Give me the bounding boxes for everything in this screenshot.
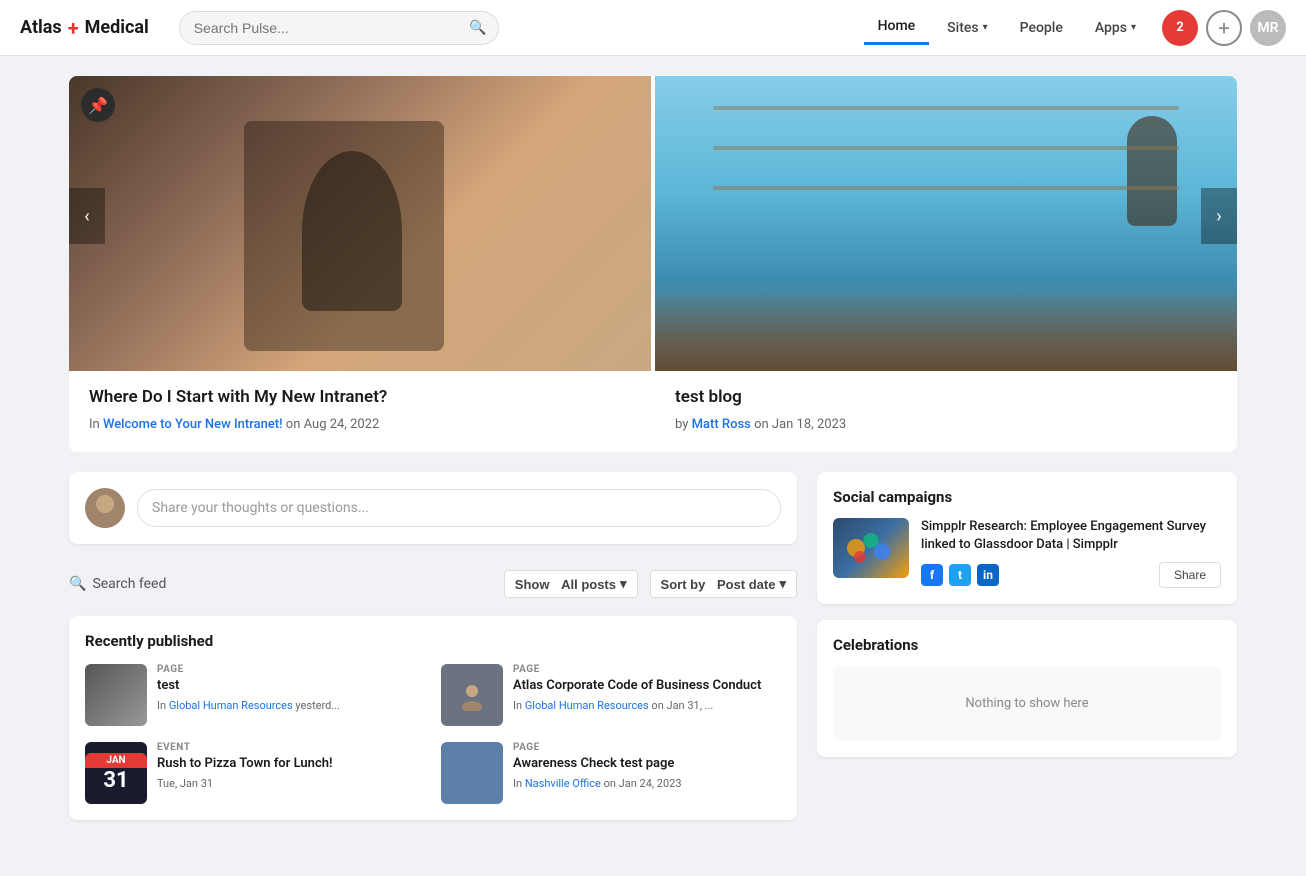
social-campaign-thumbnail xyxy=(833,518,909,578)
main-content: ‹ 📌 Where Do I Start with My New Intrane… xyxy=(53,56,1253,840)
logo-text: Atlas xyxy=(20,17,62,38)
carousel-prev-button[interactable]: ‹ xyxy=(69,188,105,244)
carousel-card-1-link[interactable]: Welcome to Your New Intranet! xyxy=(103,417,283,432)
share-button[interactable]: Share xyxy=(1159,562,1221,588)
logo[interactable]: Atlas + Medical xyxy=(20,16,149,40)
post-thumbnail xyxy=(441,742,503,804)
carousel-card-1-body: Where Do I Start with My New Intranet? I… xyxy=(69,371,651,452)
search-feed-left: 🔍 Search feed xyxy=(69,576,166,592)
facebook-icon: f xyxy=(921,564,943,586)
post-info: PAGE Awareness Check test page In Nashvi… xyxy=(513,742,781,790)
pin-badge: 📌 xyxy=(81,88,115,122)
chevron-down-icon: ▾ xyxy=(620,576,627,592)
carousel-card-1-meta: In Welcome to Your New Intranet! on Aug … xyxy=(89,417,631,432)
show-all-posts-button[interactable]: Show All posts ▾ xyxy=(504,570,638,598)
carousel-card-1-image: 📌 xyxy=(69,76,651,371)
post-source: In Nashville Office on Jan 24, 2023 xyxy=(513,777,781,790)
post-source-link[interactable]: Nashville Office xyxy=(525,777,601,790)
post-source-link[interactable]: Global Human Resources xyxy=(169,699,293,712)
post-source: In Global Human Resources on Jan 31, ... xyxy=(513,699,781,712)
social-campaigns-title: Social campaigns xyxy=(833,488,1221,506)
celebrations-widget: Celebrations Nothing to show here xyxy=(817,620,1237,757)
post-info: PAGE Atlas Corporate Code of Business Co… xyxy=(513,664,781,712)
user-avatar xyxy=(85,488,125,528)
logo-company: Medical xyxy=(85,17,149,38)
social-share-icons: f t in xyxy=(921,564,999,586)
post-thumbnail: JAN 31 xyxy=(85,742,147,804)
carousel-next-button[interactable]: › xyxy=(1201,188,1237,244)
search-feed-icon: 🔍 xyxy=(69,576,86,592)
feed-section: Share your thoughts or questions... 🔍 Se… xyxy=(69,472,1237,820)
list-item[interactable]: PAGE test In Global Human Resources yest… xyxy=(85,664,425,726)
nav-sites[interactable]: Sites ▾ xyxy=(933,12,1001,44)
main-nav: Home Sites ▾ People Apps ▾ 2 + MR xyxy=(864,10,1286,46)
post-thumbnail xyxy=(85,664,147,726)
carousel-card-2-meta: by Matt Ross on Jan 18, 2023 xyxy=(675,417,1217,432)
search-input[interactable] xyxy=(179,11,499,45)
recently-published-title: Recently published xyxy=(85,632,781,650)
carousel-card-2-image xyxy=(655,76,1237,371)
post-name: test xyxy=(157,678,425,695)
list-item[interactable]: PAGE Atlas Corporate Code of Business Co… xyxy=(441,664,781,726)
carousel-card-1[interactable]: 📌 Where Do I Start with My New Intranet?… xyxy=(69,76,651,452)
post-name: Awareness Check test page xyxy=(513,756,781,773)
social-campaign-item: Simpplr Research: Employee Engagement Su… xyxy=(833,518,1221,588)
twitter-icon: t xyxy=(949,564,971,586)
add-button[interactable]: + xyxy=(1206,10,1242,46)
social-campaigns-widget: Social campaigns Simpplr Research: Emplo… xyxy=(817,472,1237,604)
post-source: Tue, Jan 31 xyxy=(157,777,425,790)
search-icon: 🔍 xyxy=(469,20,486,36)
notification-badge[interactable]: 2 xyxy=(1162,10,1198,46)
celebrations-empty: Nothing to show here xyxy=(833,666,1221,741)
social-campaign-info: Simpplr Research: Employee Engagement Su… xyxy=(921,518,1221,588)
list-item[interactable]: PAGE Awareness Check test page In Nashvi… xyxy=(441,742,781,804)
post-name: Atlas Corporate Code of Business Conduct xyxy=(513,678,781,695)
search-feed-right: Show All posts ▾ Sort by Post date ▾ xyxy=(504,570,797,598)
carousel: ‹ 📌 Where Do I Start with My New Intrane… xyxy=(69,76,1237,452)
post-source: In Global Human Resources yesterd... xyxy=(157,699,425,712)
chevron-down-icon: ▾ xyxy=(1131,22,1136,33)
post-input[interactable]: Share your thoughts or questions... xyxy=(137,489,781,527)
post-type: EVENT xyxy=(157,742,425,753)
search-bar: 🔍 xyxy=(179,11,499,45)
avatar[interactable]: MR xyxy=(1250,10,1286,46)
carousel-card-2-body: test blog by Matt Ross on Jan 18, 2023 xyxy=(655,371,1237,452)
nav-home[interactable]: Home xyxy=(864,10,930,45)
carousel-card-1-title: Where Do I Start with My New Intranet? xyxy=(89,387,631,407)
logo-cross: + xyxy=(68,16,79,40)
nav-people[interactable]: People xyxy=(1006,12,1077,44)
post-name: Rush to Pizza Town for Lunch! xyxy=(157,756,425,773)
post-box: Share your thoughts or questions... xyxy=(69,472,797,544)
post-type: PAGE xyxy=(157,664,425,675)
post-type: PAGE xyxy=(513,664,781,675)
post-info: EVENT Rush to Pizza Town for Lunch! Tue,… xyxy=(157,742,425,790)
carousel-card-2-author-link[interactable]: Matt Ross xyxy=(692,417,751,432)
post-source-link[interactable]: Global Human Resources xyxy=(525,699,649,712)
chevron-down-icon: ▾ xyxy=(983,22,988,33)
search-feed-label: Search feed xyxy=(92,576,166,592)
header: Atlas + Medical 🔍 Home Sites ▾ People Ap… xyxy=(0,0,1306,56)
carousel-card-2-title: test blog xyxy=(675,387,1217,407)
feed-main: Share your thoughts or questions... 🔍 Se… xyxy=(69,472,797,820)
chevron-down-icon: ▾ xyxy=(779,576,786,592)
search-feed-bar: 🔍 Search feed Show All posts ▾ Sort by P… xyxy=(69,560,797,608)
sort-by-post-date-button[interactable]: Sort by Post date ▾ xyxy=(650,570,797,598)
social-campaign-text: Simpplr Research: Employee Engagement Su… xyxy=(921,518,1221,554)
linkedin-icon: in xyxy=(977,564,999,586)
post-thumbnail xyxy=(441,664,503,726)
list-item[interactable]: JAN 31 EVENT Rush to Pizza Town for Lunc… xyxy=(85,742,425,804)
recently-published-card: Recently published PAGE test In Global H… xyxy=(69,616,797,820)
posts-grid: PAGE test In Global Human Resources yest… xyxy=(85,664,781,804)
celebrations-title: Celebrations xyxy=(833,636,1221,654)
nav-apps[interactable]: Apps ▾ xyxy=(1081,12,1150,44)
post-type: PAGE xyxy=(513,742,781,753)
feed-sidebar: Social campaigns Simpplr Research: Emplo… xyxy=(817,472,1237,820)
carousel-card-2[interactable]: test blog by Matt Ross on Jan 18, 2023 xyxy=(655,76,1237,452)
post-info: PAGE test In Global Human Resources yest… xyxy=(157,664,425,712)
